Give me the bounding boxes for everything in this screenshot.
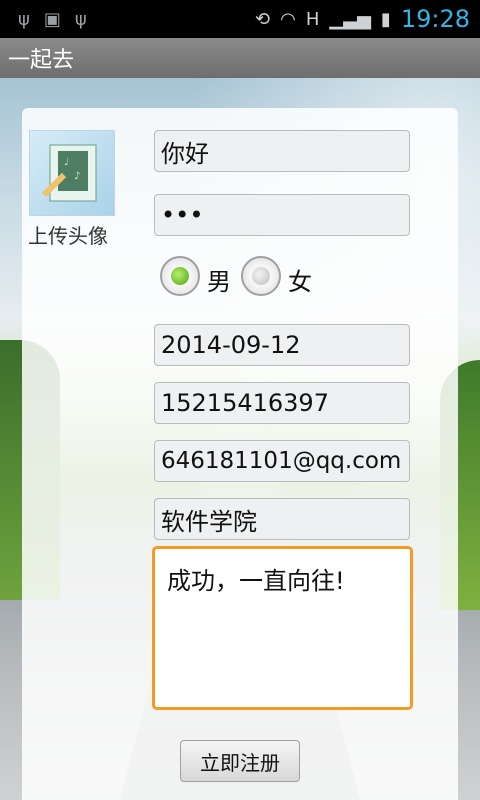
battery-charging-icon: ▮ [380, 8, 391, 30]
app-title: 一起去 [8, 48, 75, 73]
gender-female-radio[interactable] [241, 256, 281, 296]
radio-unselected-dot [252, 267, 270, 285]
birthdate-field[interactable]: 2014-09-12 [154, 324, 410, 366]
register-button[interactable]: 立即注册 [180, 740, 300, 782]
phone-field[interactable]: 15215416397 [154, 382, 410, 424]
gender-male-label: 男 [207, 268, 231, 296]
school-field[interactable]: 软件学院 [154, 498, 410, 540]
wifi-icon: ◠ [280, 8, 296, 30]
svg-text:♩: ♩ [64, 157, 69, 168]
password-field[interactable]: ••• [154, 194, 410, 236]
usb-icon: ψ [18, 8, 30, 30]
gender-female-label: 女 [288, 268, 312, 296]
avatar-label: 上传头像 [28, 224, 108, 248]
status-right-icons: ⟲ ◠ H ▁▃▅ ▮ 19:28 [255, 5, 480, 33]
avatar-upload[interactable]: ♩ ♪ [29, 130, 115, 216]
rotate-icon: ⟲ [255, 8, 271, 30]
svg-text:♪: ♪ [74, 171, 80, 182]
usb-icon: ψ [74, 8, 87, 30]
status-left-icons: ψ ▣ ψ [0, 9, 87, 30]
motto-textarea[interactable]: 成功，一直向往! [152, 546, 413, 710]
app-title-bar: 一起去 [0, 38, 480, 78]
avatar-board-icon: ♩ ♪ [41, 144, 97, 202]
gender-male-radio[interactable] [160, 256, 200, 296]
network-type: H [305, 8, 320, 30]
status-time: 19:28 [400, 5, 470, 33]
status-bar: ψ ▣ ψ ⟲ ◠ H ▁▃▅ ▮ 19:28 [0, 0, 480, 38]
signal-icon: ▁▃▅ [329, 8, 371, 30]
email-field[interactable]: 646181101@qq.com [154, 440, 410, 482]
name-field[interactable]: 你好 [154, 130, 410, 172]
radio-selected-dot [171, 267, 189, 285]
android-icon: ▣ [43, 8, 61, 30]
